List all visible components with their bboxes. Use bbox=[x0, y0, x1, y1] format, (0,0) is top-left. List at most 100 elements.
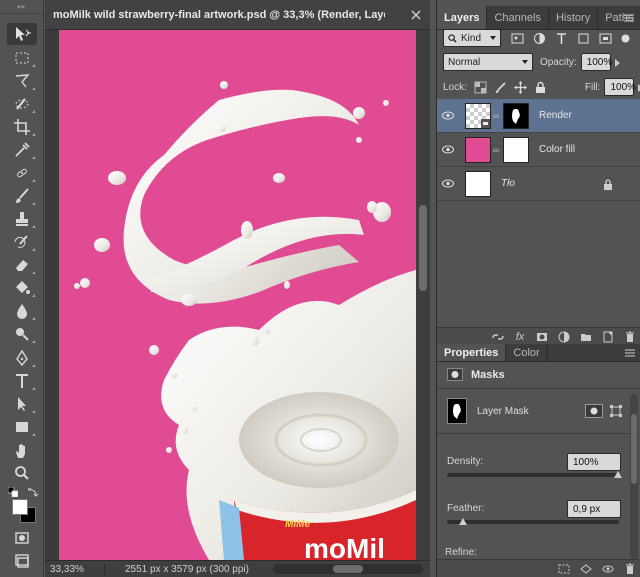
brush-tool[interactable] bbox=[7, 185, 37, 207]
link-layers-icon[interactable] bbox=[487, 331, 509, 343]
load-selection-icon[interactable] bbox=[553, 563, 575, 575]
paint-bucket-tool[interactable] bbox=[7, 277, 37, 299]
crop-tool[interactable] bbox=[7, 116, 37, 138]
lock-image-icon[interactable] bbox=[493, 79, 509, 95]
blend-mode-dropdown[interactable]: Normal bbox=[443, 53, 533, 71]
add-mask-icon[interactable] bbox=[531, 331, 553, 343]
scrollbar-thumb[interactable] bbox=[333, 565, 363, 573]
tab-layers[interactable]: Layers bbox=[437, 6, 488, 29]
eyedropper-tool[interactable] bbox=[7, 139, 37, 161]
pen-tool[interactable] bbox=[7, 347, 37, 369]
rectangle-tool[interactable] bbox=[7, 416, 37, 438]
tab-history[interactable]: History bbox=[549, 6, 599, 29]
tab-color[interactable]: Color bbox=[506, 344, 548, 361]
screen-mode-button[interactable] bbox=[7, 550, 37, 572]
history-brush-tool[interactable] bbox=[7, 231, 37, 253]
filter-type-icon[interactable] bbox=[553, 30, 569, 46]
layer-render[interactable]: ∞ Render bbox=[437, 99, 640, 133]
lasso-tool[interactable] bbox=[7, 70, 37, 92]
hand-tool[interactable] bbox=[7, 440, 37, 462]
panel-menu-icon[interactable] bbox=[625, 349, 635, 357]
layer-mask-thumbnail[interactable] bbox=[503, 136, 529, 163]
zoom-level[interactable]: 33,33% bbox=[45, 563, 105, 575]
close-icon[interactable] bbox=[410, 9, 422, 21]
fx-icon[interactable]: fx bbox=[509, 331, 531, 343]
filter-shape-icon[interactable] bbox=[575, 30, 591, 46]
delete-layer-icon[interactable] bbox=[619, 331, 640, 343]
layer-mask-thumbnail[interactable] bbox=[503, 102, 529, 129]
type-tool[interactable] bbox=[7, 370, 37, 392]
opacity-input[interactable]: 100% bbox=[580, 53, 620, 71]
quick-selection-tool[interactable] bbox=[7, 93, 37, 115]
layer-name: Render bbox=[539, 110, 572, 121]
lock-icon bbox=[604, 179, 612, 190]
visibility-eye-icon[interactable] bbox=[437, 145, 459, 154]
add-vector-mask-icon[interactable] bbox=[609, 404, 623, 418]
density-slider[interactable] bbox=[447, 471, 622, 478]
swap-colors-icon[interactable] bbox=[28, 487, 38, 497]
layer-color-fill[interactable]: ∞ Color fill bbox=[437, 133, 640, 167]
filter-kind-value: Kind bbox=[461, 32, 482, 44]
foreground-color-swatch[interactable] bbox=[12, 499, 28, 515]
scrollbar-thumb[interactable] bbox=[419, 205, 427, 291]
delete-mask-icon[interactable] bbox=[619, 563, 640, 575]
crop-icon bbox=[14, 119, 30, 135]
filter-pixel-icon[interactable] bbox=[509, 30, 525, 46]
zoom-tool[interactable] bbox=[7, 462, 37, 484]
panel-menu-icon[interactable] bbox=[624, 14, 634, 22]
quick-mask-button[interactable] bbox=[7, 527, 37, 549]
eraser-tool[interactable] bbox=[7, 254, 37, 276]
lock-all-icon[interactable] bbox=[533, 79, 549, 95]
lock-transparent-icon[interactable] bbox=[473, 79, 489, 95]
canvas[interactable]: MiMe moMil bbox=[59, 30, 416, 560]
path-selection-tool[interactable] bbox=[7, 393, 37, 415]
layers-list: ∞ Render ∞ Color fill Tło bbox=[437, 99, 640, 327]
filter-kind-dropdown[interactable]: Kind bbox=[443, 29, 501, 47]
clone-stamp-tool[interactable] bbox=[7, 208, 37, 230]
visibility-eye-icon[interactable] bbox=[437, 179, 459, 188]
tab-channels[interactable]: Channels bbox=[487, 6, 549, 29]
disable-mask-icon[interactable] bbox=[597, 563, 619, 575]
document-tab[interactable]: moMilk wild strawberry-final artwork.psd… bbox=[45, 0, 430, 30]
eraser-icon bbox=[16, 260, 28, 271]
canvas-horizontal-scrollbar[interactable] bbox=[273, 564, 423, 574]
feather-input[interactable]: 0,9 px bbox=[567, 500, 621, 518]
feather-slider-knob[interactable] bbox=[459, 518, 467, 525]
mask-link-icon[interactable]: ∞ bbox=[491, 111, 501, 121]
layer-background[interactable]: Tło bbox=[437, 167, 640, 201]
blur-tool[interactable] bbox=[7, 300, 37, 322]
blend-row: Normal Opacity: 100% bbox=[437, 52, 640, 72]
default-colors-icon[interactable] bbox=[8, 487, 18, 497]
feather-slider[interactable] bbox=[447, 518, 619, 525]
quick-mask-icon bbox=[15, 532, 29, 544]
paint-bucket-icon bbox=[16, 281, 30, 294]
new-layer-icon[interactable] bbox=[597, 331, 619, 343]
tab-properties[interactable]: Properties bbox=[437, 344, 507, 361]
density-slider-knob[interactable] bbox=[614, 471, 622, 478]
tools-panel-grip[interactable]: ▸▸ bbox=[0, 0, 43, 14]
move-tool[interactable] bbox=[7, 23, 37, 45]
rect-marquee-icon bbox=[15, 52, 29, 64]
scrollbar-thumb[interactable] bbox=[631, 414, 637, 484]
filter-toggle-icon[interactable] bbox=[617, 30, 633, 46]
canvas-vertical-scrollbar[interactable] bbox=[416, 30, 430, 560]
select-pixel-mask-icon[interactable] bbox=[584, 404, 603, 418]
stamp-icon bbox=[16, 212, 28, 226]
new-group-icon[interactable] bbox=[575, 331, 597, 343]
masks-icon bbox=[447, 368, 463, 381]
density-input[interactable]: 100% bbox=[567, 453, 621, 471]
dodge-tool[interactable] bbox=[7, 323, 37, 345]
lock-position-icon[interactable] bbox=[513, 79, 529, 95]
fill-input[interactable]: 100% bbox=[604, 78, 640, 96]
refine-label: Refine: bbox=[445, 547, 477, 558]
adjustment-layer-icon[interactable] bbox=[553, 331, 575, 343]
apply-mask-icon[interactable] bbox=[575, 563, 597, 575]
tools-panel: ▸▸ bbox=[0, 0, 44, 577]
visibility-eye-icon[interactable] bbox=[437, 111, 459, 120]
mask-link-icon[interactable]: ∞ bbox=[491, 145, 501, 155]
filter-adjustment-icon[interactable] bbox=[531, 30, 547, 46]
properties-scrollbar[interactable] bbox=[630, 394, 638, 559]
marquee-tool[interactable] bbox=[7, 47, 37, 69]
healing-brush-tool[interactable] bbox=[7, 162, 37, 184]
filter-smart-object-icon[interactable] bbox=[597, 30, 613, 46]
